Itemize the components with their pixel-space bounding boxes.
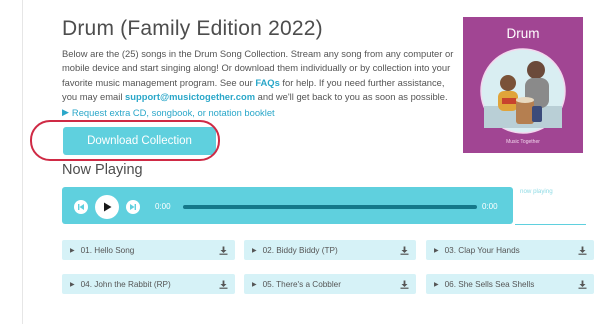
next-button[interactable] <box>126 200 140 214</box>
now-playing-panel: now playing <box>515 187 586 225</box>
now-playing-heading: Now Playing <box>62 162 143 178</box>
download-icon[interactable] <box>219 280 228 289</box>
song-item[interactable]: ▶ 01. Hello Song <box>62 240 235 260</box>
album-cover: Drum Music Together <box>463 17 583 153</box>
song-item[interactable]: ▶ 02. Biddy Biddy (TP) <box>244 240 416 260</box>
play-triangle-icon: ▶ <box>70 247 75 254</box>
audio-player: 0:00 0:00 <box>62 187 513 224</box>
highlight-circle <box>30 120 220 161</box>
elapsed-time: 0:00 <box>155 202 171 211</box>
play-button[interactable] <box>95 195 119 219</box>
skip-forward-icon <box>130 204 136 210</box>
left-divider <box>22 0 23 324</box>
cover-brand: Music Together <box>506 139 540 145</box>
now-playing-label: now playing <box>520 188 553 195</box>
play-triangle-icon: ▶ <box>252 281 257 288</box>
duration-time: 0:00 <box>482 202 498 211</box>
download-icon[interactable] <box>578 246 587 255</box>
previous-button[interactable] <box>74 200 88 214</box>
download-icon[interactable] <box>400 246 409 255</box>
song-item[interactable]: ▶ 06. She Sells Sea Shells <box>426 274 594 294</box>
song-title: 02. Biddy Biddy (TP) <box>262 245 338 255</box>
song-item[interactable]: ▶ 04. John the Rabbit (RP) <box>62 274 235 294</box>
cover-title: Drum <box>506 26 540 41</box>
support-email-link[interactable]: support@musictogether.com <box>125 91 255 102</box>
play-arrow-icon: ▶ <box>62 107 69 117</box>
progress-bar[interactable] <box>183 204 477 209</box>
song-item[interactable]: ▶ 03. Clap Your Hands <box>426 240 594 260</box>
faq-link[interactable]: FAQs <box>255 77 280 88</box>
request-materials-link[interactable]: ▶ Request extra CD, songbook, or notatio… <box>62 107 275 118</box>
page-title: Drum (Family Edition 2022) <box>62 17 323 40</box>
play-triangle-icon: ▶ <box>434 281 439 288</box>
song-title: 04. John the Rabbit (RP) <box>80 279 171 289</box>
download-icon[interactable] <box>219 246 228 255</box>
play-triangle-icon: ▶ <box>70 281 75 288</box>
play-triangle-icon: ▶ <box>434 247 439 254</box>
description-text-3: and we'll get back to you as soon as pos… <box>255 91 448 103</box>
request-materials-label: Request extra CD, songbook, or notation … <box>71 107 275 118</box>
play-triangle-icon: ▶ <box>252 247 257 254</box>
skip-back-icon <box>78 204 84 210</box>
song-title: 01. Hello Song <box>80 245 135 255</box>
song-title: 03. Clap Your Hands <box>444 245 520 255</box>
play-icon <box>104 202 112 212</box>
download-icon[interactable] <box>400 280 409 289</box>
song-item[interactable]: ▶ 05. There's a Cobbler <box>244 274 416 294</box>
song-title: 06. She Sells Sea Shells <box>444 279 535 289</box>
cover-illustration <box>480 48 566 134</box>
song-title: 05. There's a Cobbler <box>262 279 341 289</box>
download-icon[interactable] <box>578 280 587 289</box>
collection-description: Below are the (25) songs in the Drum Son… <box>62 47 454 105</box>
